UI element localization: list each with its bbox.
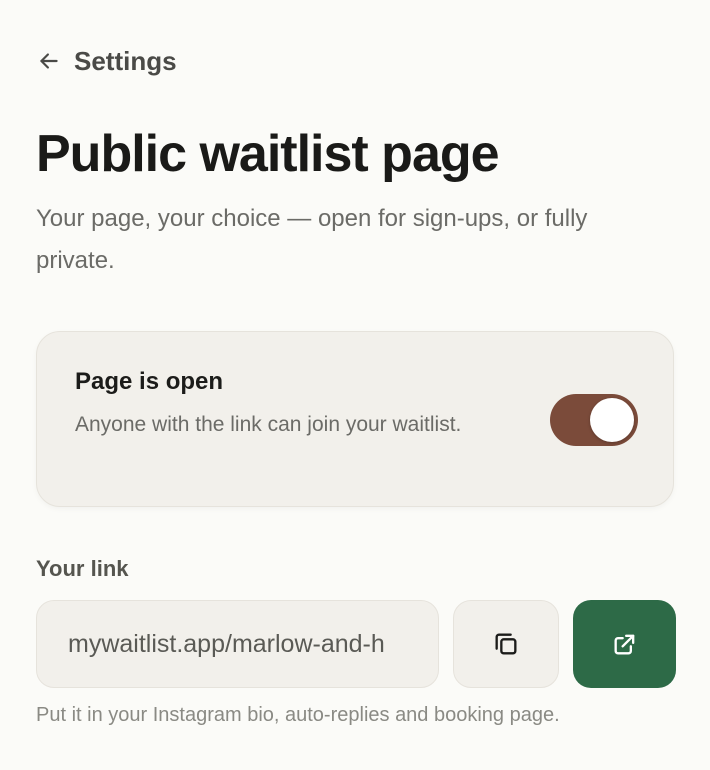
link-label: Your link bbox=[36, 556, 129, 581]
page-open-toggle[interactable] bbox=[550, 394, 638, 446]
link-helper-text: Put it in your Instagram bio, auto-repli… bbox=[36, 704, 560, 726]
external-link-icon bbox=[611, 630, 639, 658]
open-link-button[interactable] bbox=[573, 600, 676, 688]
back-to-settings-link[interactable]: Settings bbox=[36, 42, 177, 80]
copy-icon bbox=[492, 630, 520, 658]
toggle-knob bbox=[590, 398, 634, 442]
status-description: Anyone with the link can join your waitl… bbox=[75, 413, 462, 436]
copy-link-button[interactable] bbox=[453, 600, 559, 688]
back-label: Settings bbox=[74, 45, 177, 76]
waitlist-link-field[interactable] bbox=[36, 600, 439, 688]
page-title: Public waitlist page bbox=[36, 125, 500, 183]
arrow-left-icon bbox=[36, 48, 62, 74]
page-status-card: Page is open Anyone with the link can jo… bbox=[36, 331, 674, 507]
page-subtitle: Your page, your choice — open for sign-u… bbox=[36, 205, 588, 274]
status-title: Page is open bbox=[75, 368, 224, 395]
